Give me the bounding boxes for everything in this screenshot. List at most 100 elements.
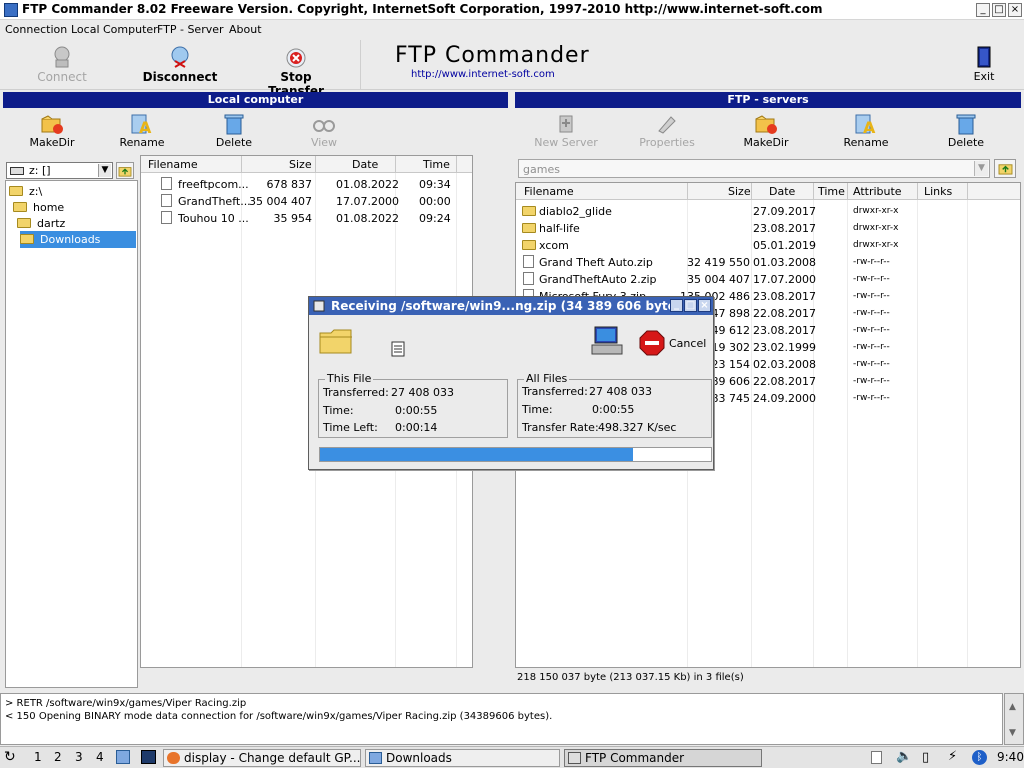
drive-value: z: []: [29, 164, 51, 177]
properties-button[interactable]: Properties: [636, 113, 698, 149]
remote-status: 218 150 037 byte (213 037.15 Kb) in 3 fi…: [517, 672, 744, 683]
table-row[interactable]: Grand Theft Auto.zip 32 419 550 01.03.2008…: [516, 254, 1020, 271]
table-row[interactable]: diablo2_glide 27.09.2017 drwxr-xr-x: [516, 203, 1020, 220]
terminal-icon[interactable]: [141, 750, 156, 764]
connect-icon: [54, 46, 70, 68]
folder-up-icon: [998, 164, 1013, 175]
rename-icon: A: [855, 114, 876, 135]
chevron-down-icon: ▼: [98, 164, 111, 177]
menu-local-computer[interactable]: Local Computer: [71, 23, 158, 36]
clock: 9:40: [997, 750, 1024, 764]
col-date[interactable]: Date: [769, 185, 795, 198]
cancel-button[interactable]: Cancel: [639, 330, 709, 356]
bluetooth-icon[interactable]: ᛒ: [972, 750, 987, 765]
remote-rename-button[interactable]: A Rename: [840, 113, 892, 149]
menu-about[interactable]: About: [229, 23, 262, 36]
scroll-up-icon[interactable]: ▲: [1009, 702, 1016, 712]
table-row[interactable]: half-life 23.08.2017 drwxr-xr-x: [516, 220, 1020, 237]
clipboard-icon[interactable]: [871, 751, 882, 764]
dialog-close-button[interactable]: ×: [698, 299, 711, 312]
local-delete-label: Delete: [215, 136, 253, 149]
col-attribute[interactable]: Attribute: [853, 185, 902, 198]
file-attribute: -rw-r--r--: [853, 308, 890, 318]
file-size: 49 612: [711, 324, 751, 337]
task-downloads[interactable]: Downloads: [365, 749, 560, 767]
exit-label: Exit: [973, 70, 995, 83]
col-size[interactable]: Size: [289, 158, 312, 171]
firefox-icon: [167, 752, 180, 764]
col-links[interactable]: Links: [924, 185, 952, 198]
workspace-3[interactable]: 3: [75, 750, 83, 764]
remote-path-select[interactable]: games ▼: [518, 159, 990, 178]
battery-icon[interactable]: ▯: [922, 750, 929, 765]
stop-sign-icon: [639, 330, 665, 356]
file-size: 35 004 407: [687, 273, 750, 286]
file-attribute: -rw-r--r--: [853, 376, 890, 386]
table-row[interactable]: Touhou 10 ... 35 954 01.08.2022 09:24: [141, 210, 472, 227]
exit-button[interactable]: Exit: [962, 44, 1006, 83]
this-file-time-left-value: 0:00:14: [395, 421, 438, 434]
file-attribute: -rw-r--r--: [853, 325, 890, 335]
volume-icon[interactable]: 🔈: [896, 749, 912, 764]
local-view-button[interactable]: View: [298, 113, 350, 149]
workspace-2[interactable]: 2: [54, 750, 62, 764]
task-ftp-commander[interactable]: FTP Commander: [564, 749, 762, 767]
network-icon[interactable]: ⚡: [948, 749, 957, 764]
workspace-4[interactable]: 4: [96, 750, 104, 764]
close-button[interactable]: ×: [1008, 3, 1022, 17]
dialog-minimize-button[interactable]: _: [670, 299, 683, 312]
col-time[interactable]: Time: [818, 185, 845, 198]
task-display[interactable]: display - Change default GP...: [163, 749, 361, 767]
table-row[interactable]: xcom 05.01.2019 drwxr-xr-x: [516, 237, 1020, 254]
local-delete-button[interactable]: Delete: [208, 113, 260, 149]
col-filename[interactable]: Filename: [524, 185, 574, 198]
col-size[interactable]: Size: [728, 185, 751, 198]
file-name: Touhou 10 ...: [178, 212, 249, 225]
menu-connection[interactable]: Connection: [5, 23, 67, 36]
stop-transfer-button[interactable]: Stop Transfer: [252, 44, 340, 98]
local-rename-button[interactable]: A Rename: [116, 113, 168, 149]
file-date: 17.07.2000: [753, 273, 816, 286]
remote-header: FTP - servers: [515, 92, 1021, 108]
connect-button[interactable]: Connect: [28, 44, 96, 84]
file-date: 01.08.2022: [336, 178, 399, 191]
all-files-time-value: 0:00:55: [592, 403, 635, 416]
table-row[interactable]: freeftpcom... 678 837 01.08.2022 09:34: [141, 176, 472, 193]
taskbar: ↻ 1 2 3 4 display - Change default GP...…: [0, 746, 1024, 768]
file-date: 27.09.2017: [753, 205, 816, 218]
scroll-down-icon[interactable]: ▼: [1009, 728, 1016, 738]
table-row[interactable]: GrandTheftAuto 2.zip 35 004 407 17.07.2000…: [516, 271, 1020, 288]
file-time: 00:00: [419, 195, 451, 208]
remote-makedir-button[interactable]: MakeDir: [740, 113, 792, 149]
maximize-button[interactable]: □: [992, 3, 1006, 17]
file-manager-icon[interactable]: [116, 750, 130, 764]
menu-launcher-icon[interactable]: ↻: [4, 749, 16, 765]
local-makedir-button[interactable]: MakeDir: [26, 113, 78, 149]
drive-select[interactable]: z: [] ▼: [6, 162, 113, 179]
dialog-maximize-button[interactable]: □: [684, 299, 697, 312]
tree-item-downloads[interactable]: Downloads: [20, 231, 136, 248]
file-date: 22.08.2017: [753, 307, 816, 320]
col-time[interactable]: Time: [423, 158, 450, 171]
remote-up-folder-button[interactable]: [994, 159, 1016, 178]
menu-ftp-server[interactable]: FTP - Server: [157, 23, 224, 36]
remote-delete-button[interactable]: Delete: [940, 113, 992, 149]
folder-open-icon: [9, 186, 23, 196]
new-server-button[interactable]: New Server: [533, 113, 599, 149]
local-up-folder-button[interactable]: [116, 162, 134, 179]
document-icon: [391, 341, 405, 357]
svg-text:A: A: [139, 118, 152, 135]
app-icon: [4, 3, 18, 17]
col-date[interactable]: Date: [352, 158, 378, 171]
connect-label: Connect: [37, 70, 87, 84]
workspace-1[interactable]: 1: [34, 750, 42, 764]
table-row[interactable]: GrandTheft... 35 004 407 17.07.2000 00:00: [141, 193, 472, 210]
brand-url[interactable]: http://www.internet-soft.com: [411, 69, 555, 80]
folder-icon: [369, 752, 382, 764]
col-filename[interactable]: Filename: [148, 158, 198, 171]
folder-open-icon: [20, 234, 34, 244]
log-scrollbar[interactable]: ▲ ▼: [1004, 693, 1024, 745]
disconnect-button[interactable]: Disconnect: [140, 44, 220, 84]
minimize-button[interactable]: _: [976, 3, 990, 17]
chevron-down-icon: ▼: [974, 161, 988, 176]
